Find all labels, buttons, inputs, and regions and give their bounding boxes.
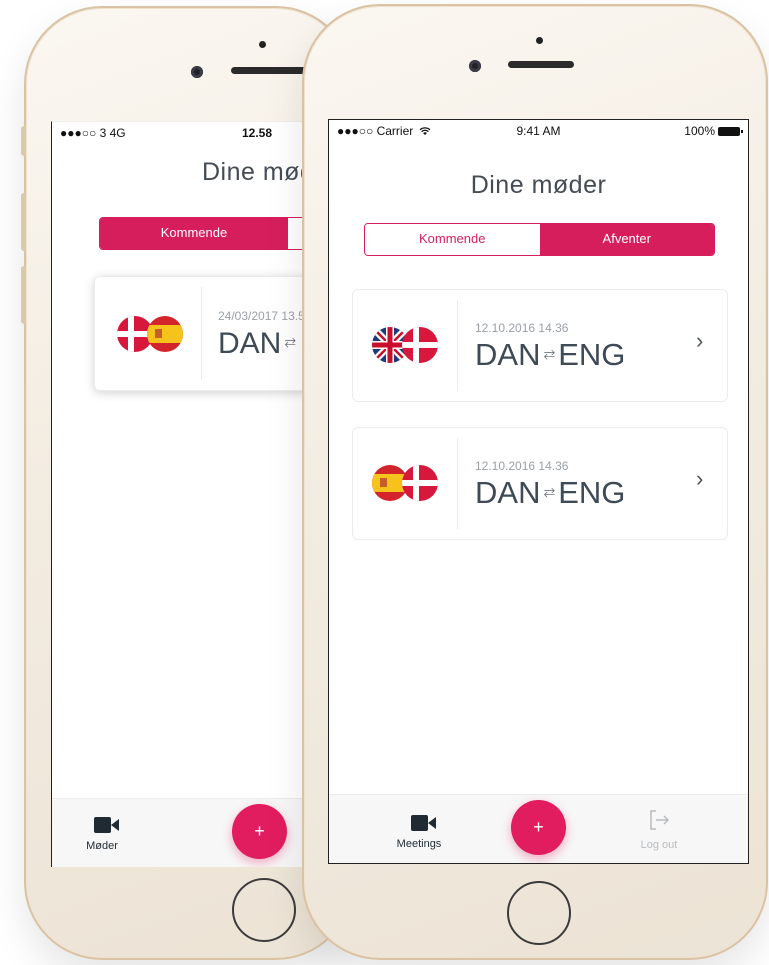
logout-icon — [647, 808, 671, 835]
card-divider — [201, 287, 202, 380]
meeting-card[interactable]: 24/03/2017 13.56 DAN ⇆ — [94, 276, 333, 391]
spain-flag-icon — [147, 316, 183, 352]
chevron-right-icon[interactable]: › — [696, 328, 703, 354]
front-camera — [469, 60, 481, 72]
meeting-date: 12.10.2016 14.36 — [475, 459, 569, 473]
meeting-languages: DAN ⇆ENG — [475, 337, 625, 373]
meeting-date: 12.10.2016 14.36 — [475, 321, 569, 335]
volume-down-button — [21, 266, 26, 324]
tab-afventer[interactable]: Afventer — [539, 224, 714, 255]
language-flags — [372, 465, 438, 501]
carrier-signal: ●●●○○ 3 4G — [60, 126, 126, 140]
swap-arrow-icon: ⇆ — [543, 484, 556, 500]
target-language: ENG — [558, 337, 626, 372]
front-camera — [191, 66, 203, 78]
swap-arrow-icon: ⇆ — [284, 334, 297, 350]
tab-logout[interactable]: Log out — [624, 808, 694, 851]
language-flags — [117, 316, 183, 352]
proximity-sensor — [536, 37, 543, 44]
card-divider — [457, 300, 458, 391]
denmark-flag-icon — [402, 465, 438, 501]
video-camera-icon — [406, 815, 436, 834]
back-screen: ●●●○○ 3 4G 12.58 Dine mød Kommende 24/03… — [51, 121, 333, 867]
swap-arrow-icon: ⇆ — [543, 346, 556, 362]
tab-kommende[interactable]: Kommende — [365, 224, 540, 255]
source-language: DAN — [475, 337, 541, 372]
tab-bar: Meetings + Log out — [329, 794, 748, 863]
meeting-languages: DAN ⇆ENG — [475, 475, 625, 511]
tab-bar: Møder + — [52, 798, 333, 867]
home-button — [232, 878, 296, 942]
add-meeting-button[interactable]: + — [511, 800, 566, 855]
video-camera-icon — [89, 817, 119, 836]
meeting-card[interactable]: 12.10.2016 14.36 DAN ⇆ENG › — [352, 289, 728, 402]
denmark-flag-icon — [402, 327, 438, 363]
chevron-right-icon[interactable]: › — [696, 466, 703, 492]
segmented-control: Kommende — [99, 217, 333, 250]
page-title: Dine mød — [202, 158, 315, 186]
volume-up-button — [21, 193, 26, 251]
front-screen: ●●●○○ Carrier 9:41 AM 100% Dine møder Ko… — [328, 119, 749, 864]
tab-logout-label: Log out — [640, 839, 678, 851]
tab-kommende[interactable]: Kommende — [100, 218, 288, 249]
status-bar: ●●●○○ 3 4G 12.58 — [52, 122, 333, 142]
status-time: 12.58 — [242, 126, 273, 140]
battery-status: 100% — [684, 124, 743, 138]
meeting-languages: DAN ⇆ — [218, 327, 299, 361]
card-divider — [457, 438, 458, 529]
status-bar: ●●●○○ Carrier 9:41 AM 100% — [329, 120, 748, 140]
target-language: ENG — [558, 475, 626, 510]
tab-meetings-label: Møder — [86, 840, 118, 852]
add-meeting-button[interactable]: + — [232, 804, 287, 859]
source-language: DAN — [218, 327, 282, 360]
tab-meetings[interactable]: Meetings — [384, 815, 454, 850]
meeting-date: 24/03/2017 13.56 — [218, 309, 312, 323]
battery-percent: 100% — [684, 124, 715, 138]
battery-icon — [718, 127, 743, 136]
front-phone: ●●●○○ Carrier 9:41 AM 100% Dine møder Ko… — [302, 4, 768, 960]
mute-switch — [21, 126, 26, 156]
language-flags — [372, 327, 438, 363]
tab-meetings-label: Meetings — [396, 838, 442, 850]
segmented-control: Kommende Afventer — [364, 223, 715, 256]
proximity-sensor — [259, 41, 266, 48]
home-button — [507, 881, 571, 945]
meeting-card[interactable]: 12.10.2016 14.36 DAN ⇆ENG › — [352, 427, 728, 540]
page-title: Dine møder — [470, 171, 607, 199]
earpiece-speaker — [508, 61, 574, 68]
tab-meetings[interactable]: Møder — [72, 817, 132, 852]
source-language: DAN — [475, 475, 541, 510]
